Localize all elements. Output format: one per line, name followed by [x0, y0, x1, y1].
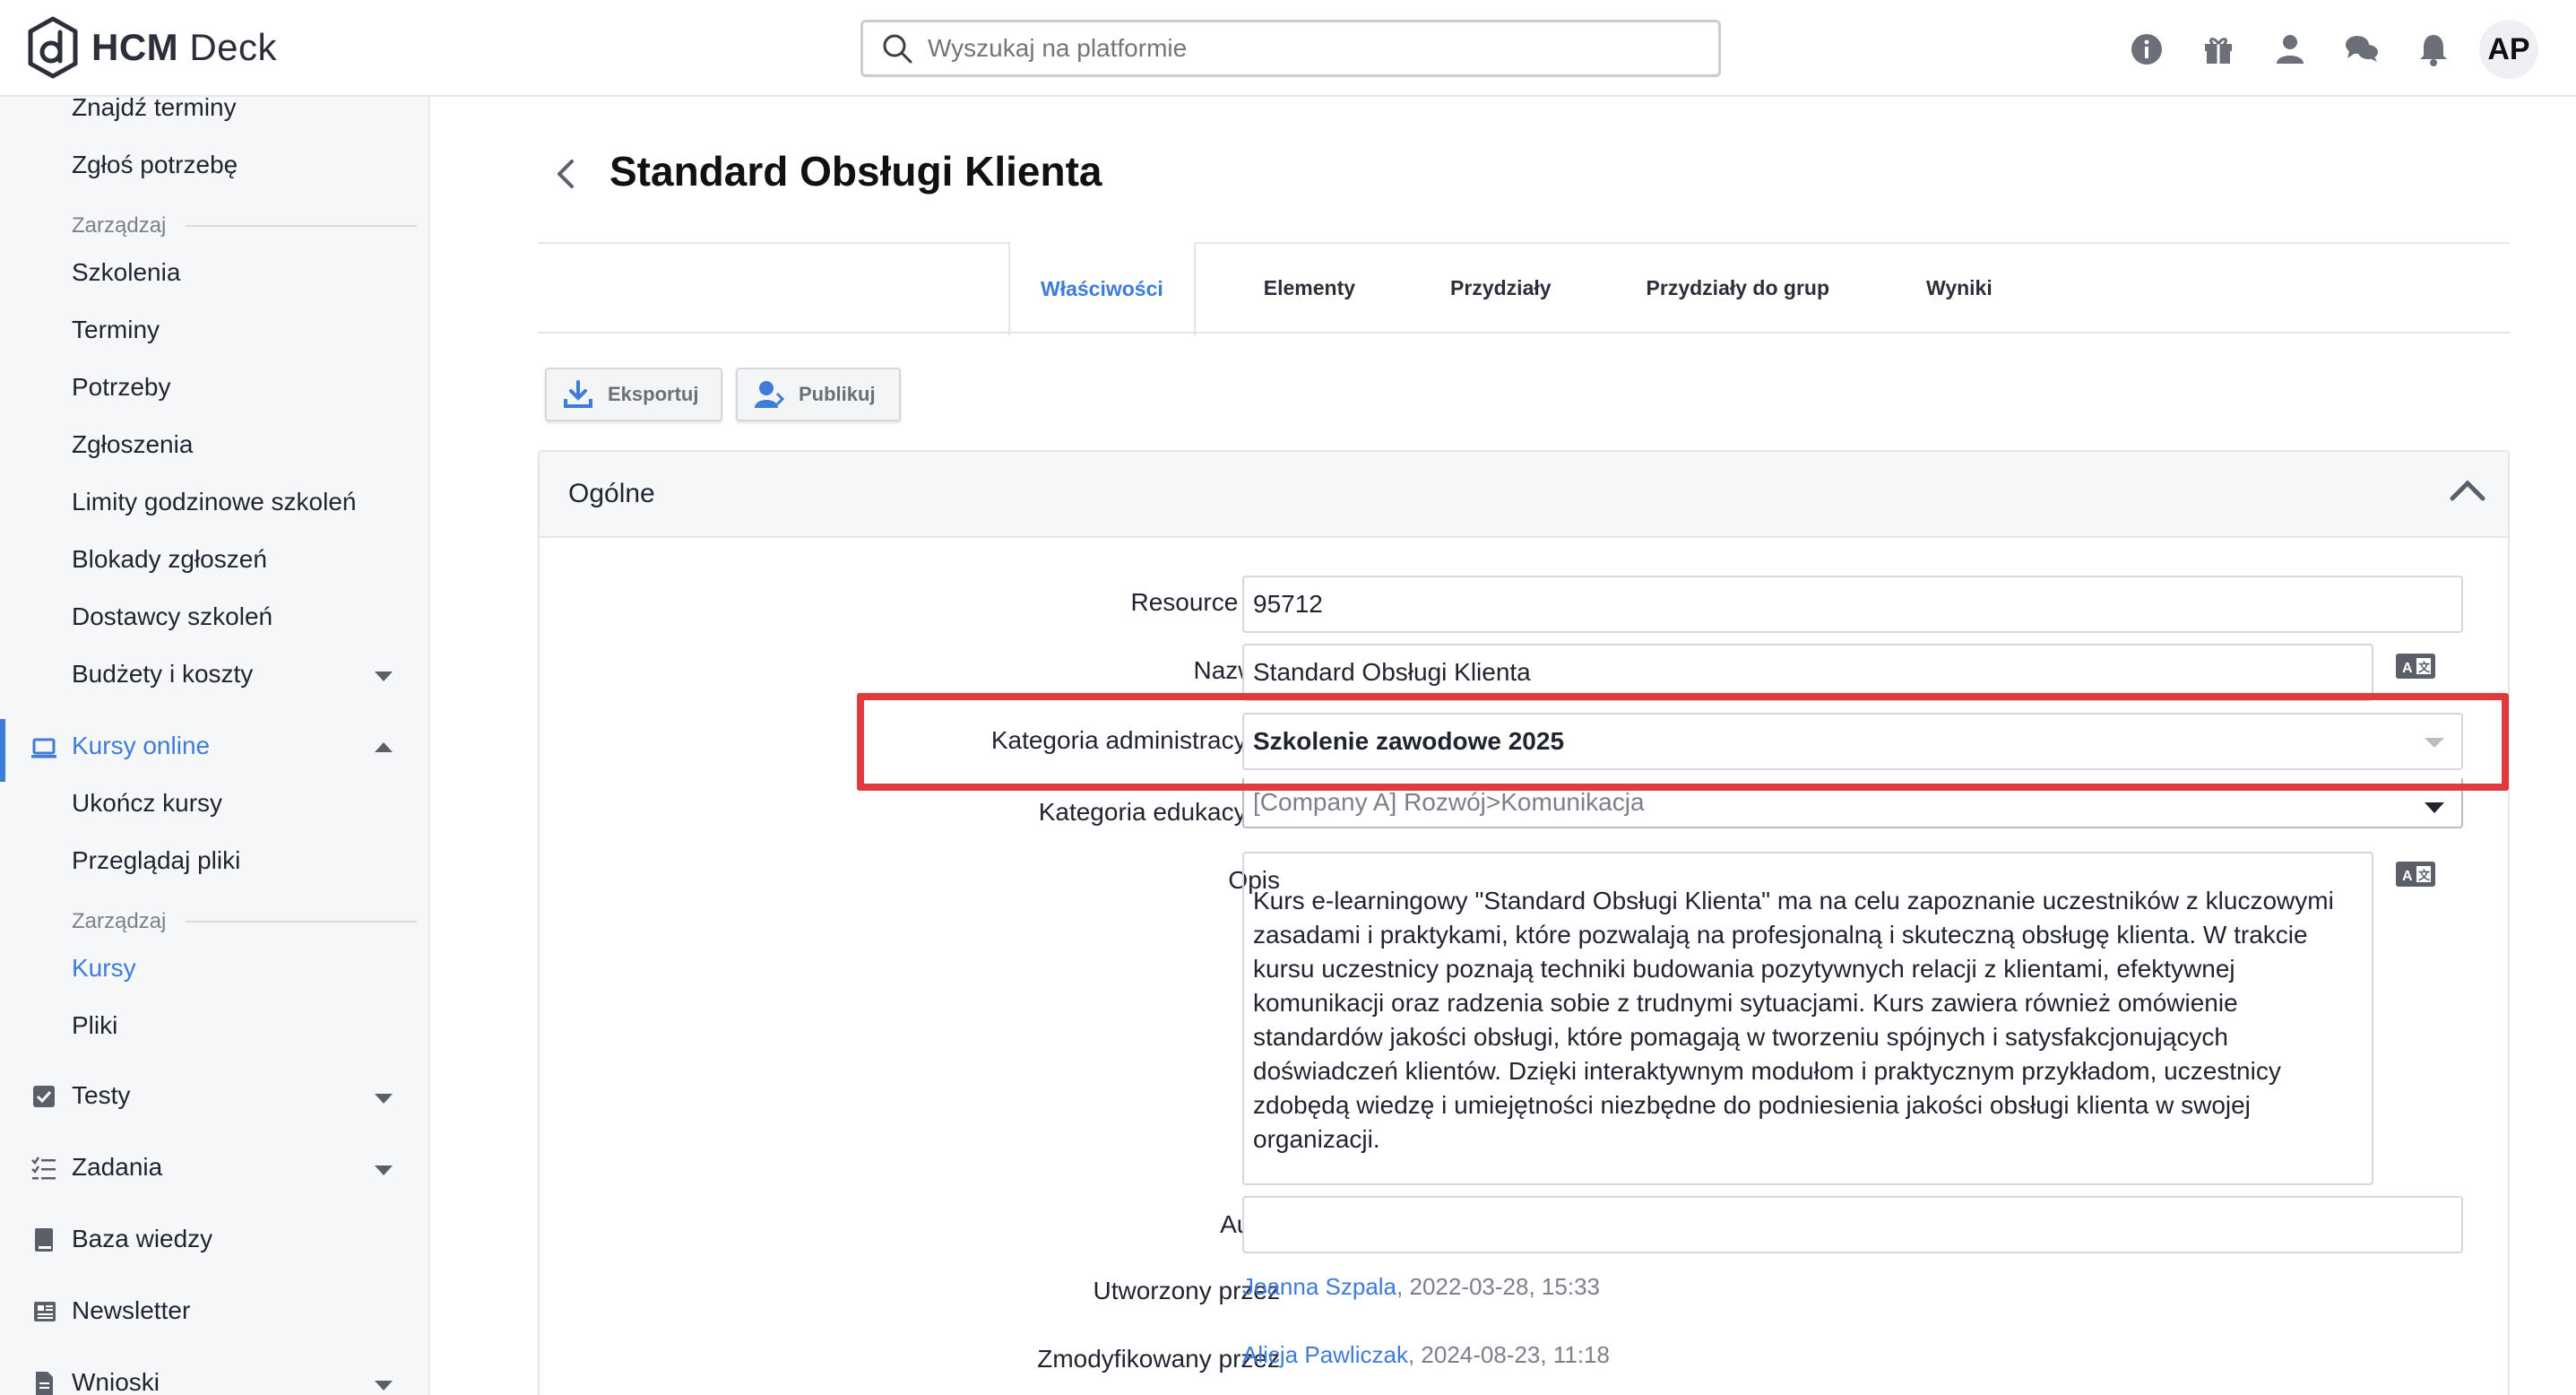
sidebar-item-tasks[interactable]: Zadania [72, 1153, 162, 1182]
page-title: Standard Obsługi Klienta [609, 148, 1102, 195]
divider [538, 332, 2510, 334]
tabs: Właściwości Elementy Przydziały Przydzia… [1008, 242, 2023, 335]
publish-button[interactable]: Publikuj [736, 368, 901, 421]
panel-header[interactable]: Ogólne [540, 452, 2508, 538]
sidebar-item-newsletter[interactable]: Newsletter [72, 1296, 190, 1325]
sidebar-item-applications[interactable]: Zgłoszenia [72, 430, 193, 459]
info-button[interactable] [2126, 29, 2167, 70]
search-icon [883, 34, 912, 64]
created-by-value: Joanna Szpala, 2022-03-28, 15:33 [1242, 1273, 1600, 1300]
svg-text:文: 文 [2418, 869, 2431, 882]
modified-by-user-link[interactable]: Alicja Pawliczak [1242, 1341, 1408, 1368]
created-by-user-link[interactable]: Joanna Szpala [1242, 1273, 1396, 1300]
svg-text:A: A [2402, 661, 2413, 676]
sidebar-item-complete-courses[interactable]: Ukończ kursy [72, 789, 222, 818]
back-arrow-icon[interactable] [550, 156, 581, 192]
logo-icon [28, 16, 78, 79]
gift-button[interactable] [2198, 29, 2239, 70]
tab-elements[interactable]: Elementy [1196, 242, 1386, 334]
sidebar: Znajdź terminy Zgłoś potrzebę Zarządzaj … [0, 93, 430, 1395]
author-field[interactable] [1242, 1196, 2463, 1253]
notifications-button[interactable] [2413, 29, 2454, 70]
sidebar-item-find-dates[interactable]: Znajdź terminy [72, 93, 237, 122]
sidebar-item-budgets[interactable]: Budżety i koszty [72, 660, 253, 689]
logo[interactable]: HCM Deck [27, 16, 277, 79]
active-indicator [0, 719, 5, 782]
tab-group-assignments[interactable]: Przydziały do grup [1582, 242, 1860, 334]
sidebar-item-trainings[interactable]: Szkolenia [72, 258, 180, 287]
checkbox-icon [33, 1086, 55, 1107]
sidebar-section-manage: Zarządzaj [72, 213, 417, 238]
modified-by-value: Alicja Pawliczak, 2024-08-23, 11:18 [1242, 1341, 1610, 1368]
tab-results[interactable]: Wyniki [1860, 242, 2023, 334]
sidebar-item-dates[interactable]: Terminy [72, 316, 160, 344]
sidebar-item-needs[interactable]: Potrzeby [72, 373, 171, 402]
sidebar-item-online-courses[interactable]: Kursy online [72, 732, 210, 760]
sidebar-item-courses[interactable]: Kursy [72, 954, 136, 983]
search-box[interactable] [860, 20, 1721, 77]
book-icon [35, 1228, 53, 1252]
publish-label: Publikuj [799, 383, 876, 405]
chevron-down-icon[interactable] [375, 1094, 393, 1104]
tab-assignments[interactable]: Przydziały [1386, 242, 1582, 334]
document-icon [36, 1372, 53, 1395]
task-list-icon [31, 1157, 56, 1180]
panel-title: Ogólne [568, 479, 655, 508]
profile-button[interactable] [2269, 29, 2311, 70]
bell-icon [2420, 35, 2447, 66]
svg-text:A: A [2402, 869, 2413, 884]
chevron-up-icon[interactable] [2449, 477, 2486, 504]
edu-category-select[interactable]: [Company A] Rozwój>Komunikacja [1242, 778, 2463, 828]
chevron-down-icon[interactable] [375, 672, 393, 681]
top-bar: HCM Deck AP [0, 0, 2576, 97]
sidebar-item-providers[interactable]: Dostawcy szkoleń [72, 602, 272, 631]
admin-category-label: Kategoria administracyjna [990, 726, 1280, 754]
publish-user-icon [755, 381, 784, 408]
search-input[interactable] [928, 34, 1663, 63]
chat-icon [2346, 36, 2378, 62]
sidebar-item-application-blocks[interactable]: Blokady zgłoszeń [72, 545, 267, 574]
sidebar-item-hour-limits[interactable]: Limity godzinowe szkoleń [72, 488, 357, 516]
sidebar-item-requests[interactable]: Wnioski [72, 1368, 160, 1395]
download-icon [564, 380, 592, 408]
chevron-up-icon[interactable] [375, 742, 393, 752]
logo-text: HCM Deck [91, 26, 278, 68]
export-label: Eksportuj [608, 383, 699, 405]
export-button[interactable]: Eksportuj [545, 368, 722, 421]
chevron-down-icon[interactable] [2425, 802, 2444, 813]
laptop-icon [31, 738, 56, 758]
chevron-down-icon[interactable] [2425, 738, 2444, 748]
admin-category-select[interactable]: Szkolenie zawodowe 2025 [1242, 713, 2463, 770]
sidebar-item-files[interactable]: Pliki [72, 1011, 117, 1040]
chat-button[interactable] [2341, 29, 2382, 70]
name-field[interactable]: Standard Obsługi Klienta [1242, 644, 2373, 701]
sidebar-item-browse-files[interactable]: Przeglądaj pliki [72, 846, 240, 875]
top-icons: AP [2096, 20, 2538, 79]
info-icon [2131, 34, 2162, 65]
sidebar-item-tests[interactable]: Testy [72, 1081, 130, 1110]
chevron-down-icon[interactable] [375, 1165, 393, 1175]
resource-id-field[interactable]: 95712 [1242, 576, 2463, 633]
svg-text:文: 文 [2418, 661, 2431, 674]
newspaper-icon [34, 1302, 56, 1321]
chevron-down-icon[interactable] [375, 1381, 393, 1391]
tab-properties[interactable]: Właściwości [1008, 242, 1196, 335]
sidebar-item-report-need[interactable]: Zgłoś potrzebę [72, 151, 238, 179]
sidebar-item-knowledge-base[interactable]: Baza wiedzy [72, 1225, 212, 1253]
avatar[interactable]: AP [2479, 20, 2538, 79]
user-icon [2277, 35, 2304, 64]
sidebar-section-manage-online: Zarządzaj [72, 909, 417, 934]
translate-icon[interactable]: A文 [2395, 653, 2436, 680]
description-textarea[interactable]: Kurs e-learningowy "Standard Obsługi Kli… [1242, 852, 2373, 1185]
translate-icon[interactable]: A文 [2395, 861, 2436, 888]
gift-icon [2205, 38, 2232, 64]
